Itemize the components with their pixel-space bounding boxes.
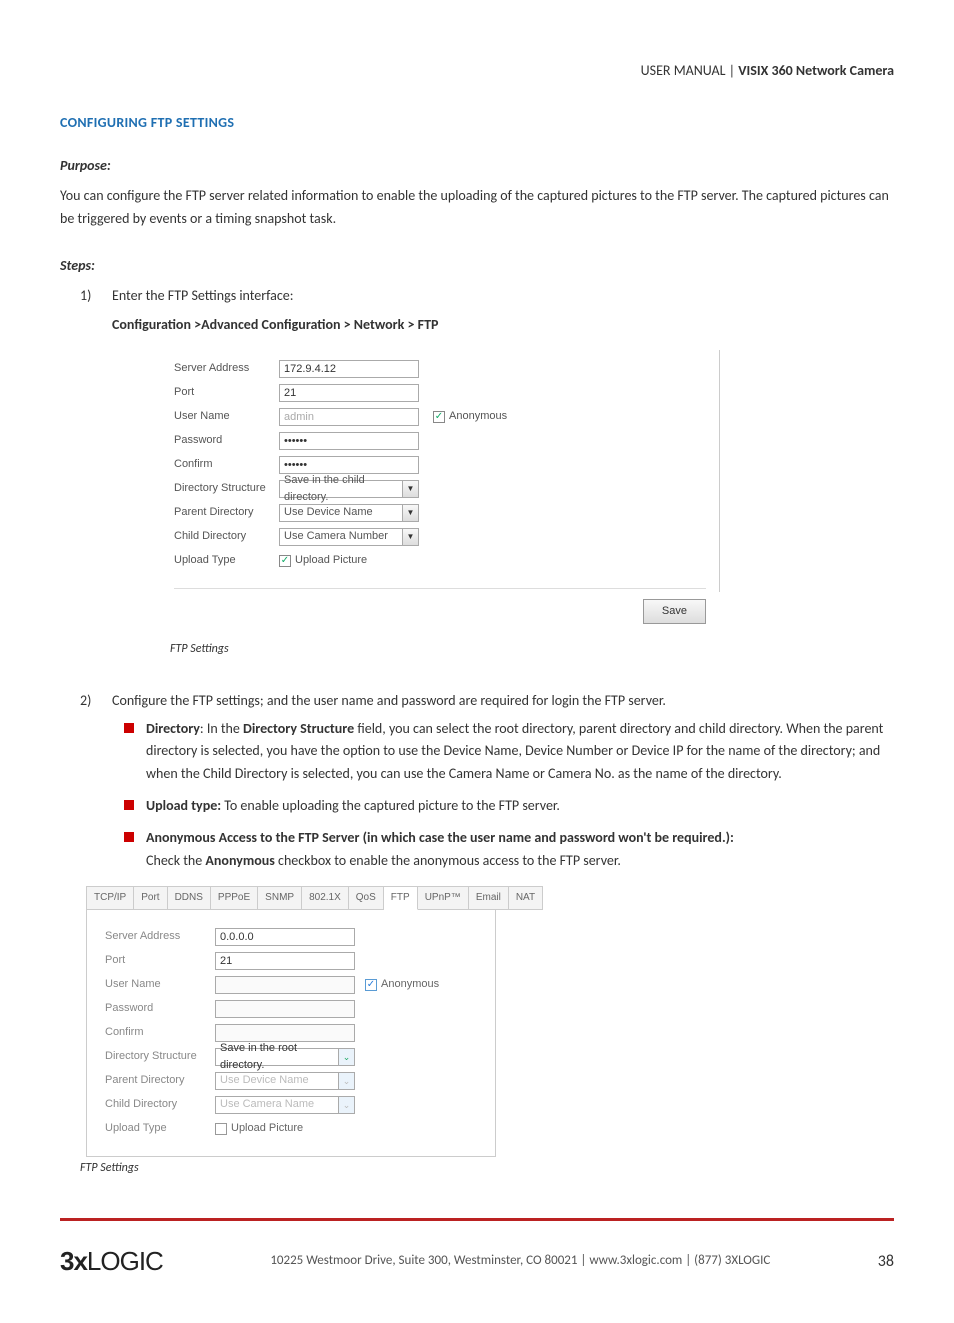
label-upload-type-2: Upload Type xyxy=(105,1120,215,1138)
header-product: VISIX 360 Network Camera xyxy=(738,62,894,79)
chevron-down-icon: ▼ xyxy=(402,481,418,497)
label-server-address: Server Address xyxy=(174,360,279,378)
tab-email[interactable]: Email xyxy=(469,886,509,910)
select-child-dir[interactable]: Use Camera Number ▼ xyxy=(279,528,419,546)
footer-address: 10225 Westmoor Drive, Suite 300, Westmin… xyxy=(270,1251,770,1272)
page-number: 38 xyxy=(878,1249,894,1275)
chevron-down-icon: ▼ xyxy=(402,505,418,521)
input-password[interactable]: •••••• xyxy=(279,432,419,450)
select-child-dir-2[interactable]: Use Camera Name ⌄ xyxy=(215,1096,355,1114)
label-username-2: User Name xyxy=(105,976,215,994)
label-port: Port xyxy=(174,384,279,402)
label-upload-picture-2: Upload Picture xyxy=(231,1120,303,1138)
label-port-2: Port xyxy=(105,952,215,970)
page-header: USER MANUAL | VISIX 360 Network Camera xyxy=(60,60,894,82)
tab-qos[interactable]: QoS xyxy=(349,886,384,910)
tab-pppoe[interactable]: PPPoE xyxy=(211,886,258,910)
checkbox-upload-picture[interactable]: ✓ Upload Picture xyxy=(279,552,367,570)
nav-path: Configuration >Advanced Configuration > … xyxy=(112,314,894,336)
purpose-label: Purpose: xyxy=(60,155,894,177)
step-2: 2) Configure the FTP settings; and the u… xyxy=(80,690,894,883)
check-icon: ✓ xyxy=(279,555,291,567)
label-child-dir-2: Child Directory xyxy=(105,1096,215,1114)
square-bullet-icon xyxy=(124,723,134,733)
input-username[interactable]: admin xyxy=(279,408,419,426)
label-username: User Name xyxy=(174,408,279,426)
step-1-num: 1) xyxy=(80,285,98,307)
checkbox-upload-picture-2[interactable]: . Upload Picture xyxy=(215,1120,303,1138)
logo: 3xLOGIC xyxy=(60,1241,163,1283)
label-child-dir: Child Directory xyxy=(174,528,279,546)
purpose-text: You can configure the FTP server related… xyxy=(60,185,894,230)
screenshot-2-caption: FTP Settings xyxy=(80,1159,894,1178)
label-password: Password xyxy=(174,432,279,450)
square-bullet-icon xyxy=(124,832,134,842)
tab-ftp[interactable]: FTP xyxy=(384,886,418,910)
page-footer: 3xLOGIC 10225 Westmoor Drive, Suite 300,… xyxy=(60,1241,894,1283)
bullet-upload-type: Upload type: To enable uploading the cap… xyxy=(124,795,894,817)
chevron-down-icon: ⌄ xyxy=(338,1073,354,1089)
tab-upnp[interactable]: UPnP™ xyxy=(418,886,469,910)
input-username-2[interactable] xyxy=(215,976,355,994)
input-port[interactable]: 21 xyxy=(279,384,419,402)
tab-snmp[interactable]: SNMP xyxy=(258,886,302,910)
save-button[interactable]: Save xyxy=(643,599,706,625)
step-1: 1) Enter the FTP Settings interface: xyxy=(80,285,894,307)
label-password-2: Password xyxy=(105,1000,215,1018)
input-server-address-2[interactable]: 0.0.0.0 xyxy=(215,928,355,946)
step-2-text: Configure the FTP settings; and the user… xyxy=(112,692,666,709)
label-upload-picture: Upload Picture xyxy=(295,552,367,570)
tab-8021x[interactable]: 802.1X xyxy=(302,886,349,910)
select-dir-struct-2[interactable]: Save in the root directory. ⌄ xyxy=(215,1048,355,1066)
select-dir-struct[interactable]: Save in the child directory. ▼ xyxy=(279,480,419,498)
label-server-address-2: Server Address xyxy=(105,928,215,946)
chevron-down-icon: ⌄ xyxy=(338,1097,354,1113)
input-port-2[interactable]: 21 xyxy=(215,952,355,970)
bullet-anonymous: Anonymous Access to the FTP Server (in w… xyxy=(124,827,894,872)
label-confirm: Confirm xyxy=(174,456,279,474)
label-anonymous-2: Anonymous xyxy=(381,976,439,994)
check-icon: ✓ xyxy=(365,979,377,991)
step-1-text: Enter the FTP Settings interface: xyxy=(112,285,894,307)
select-parent-dir-2[interactable]: Use Device Name ⌄ xyxy=(215,1072,355,1090)
label-confirm-2: Confirm xyxy=(105,1024,215,1042)
checkbox-anonymous-2[interactable]: ✓ Anonymous xyxy=(365,976,439,994)
steps-label: Steps: xyxy=(60,255,894,277)
section-title: CONFIGURING FTP SETTINGS xyxy=(60,112,894,134)
ftp-settings-screenshot-2: TCP/IP Port DDNS PPPoE SNMP 802.1X QoS F… xyxy=(86,886,496,1157)
label-parent-dir-2: Parent Directory xyxy=(105,1072,215,1090)
check-icon: ✓ xyxy=(433,411,445,423)
label-parent-dir: Parent Directory xyxy=(174,504,279,522)
input-password-2[interactable] xyxy=(215,1000,355,1018)
select-parent-dir[interactable]: Use Device Name ▼ xyxy=(279,504,419,522)
checkbox-icon: . xyxy=(215,1123,227,1135)
square-bullet-icon xyxy=(124,800,134,810)
label-dir-struct-2: Directory Structure xyxy=(105,1048,215,1066)
tab-tcpip[interactable]: TCP/IP xyxy=(87,886,134,910)
label-dir-struct: Directory Structure xyxy=(174,480,279,498)
label-upload-type: Upload Type xyxy=(174,552,279,570)
chevron-down-icon: ▼ xyxy=(402,529,418,545)
bullet-directory: Directory: In the Directory Structure fi… xyxy=(124,718,894,785)
chevron-down-icon: ⌄ xyxy=(338,1049,354,1065)
checkbox-anonymous[interactable]: ✓ Anonymous xyxy=(433,408,507,426)
step-2-num: 2) xyxy=(80,690,98,883)
screenshot-1-caption: FTP Settings xyxy=(170,640,894,659)
input-server-address[interactable]: 172.9.4.12 xyxy=(279,360,419,378)
ftp-settings-screenshot-1: Server Address 172.9.4.12 Port 21 User N… xyxy=(160,350,720,634)
label-anonymous: Anonymous xyxy=(449,408,507,426)
footer-divider xyxy=(60,1218,894,1221)
tab-nat[interactable]: NAT xyxy=(509,886,543,910)
header-left: USER MANUAL | xyxy=(641,62,739,79)
tab-port[interactable]: Port xyxy=(134,886,167,910)
network-tabs: TCP/IP Port DDNS PPPoE SNMP 802.1X QoS F… xyxy=(86,886,496,910)
tab-ddns[interactable]: DDNS xyxy=(168,886,211,910)
